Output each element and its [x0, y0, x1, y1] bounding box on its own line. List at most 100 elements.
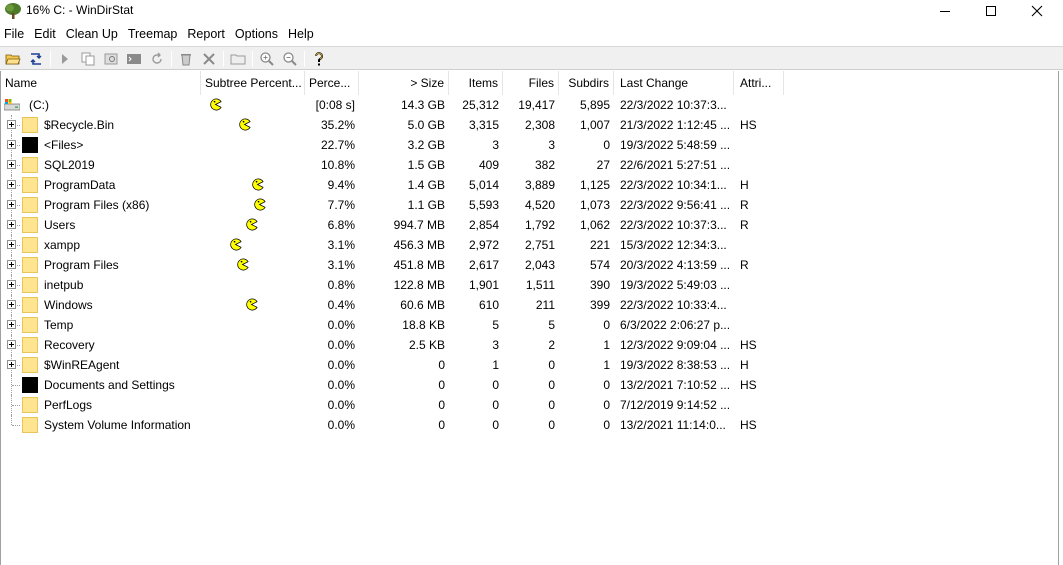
expand-plus-icon[interactable]	[7, 260, 16, 269]
row-files: 1,792	[524, 218, 555, 232]
column-header-size[interactable]: > Size	[359, 71, 449, 95]
folder-icon	[22, 237, 38, 253]
expand-plus-icon[interactable]	[7, 300, 16, 309]
column-header-name[interactable]: Name	[1, 71, 201, 95]
expand-plus-icon[interactable]	[7, 120, 16, 129]
row-subdirs: 0	[603, 138, 610, 152]
folder-icon	[22, 157, 38, 173]
open-button[interactable]	[4, 50, 22, 68]
row-last-change: 22/3/2022 9:56:41 ...	[620, 198, 731, 212]
expand-plus-icon[interactable]	[7, 200, 16, 209]
zoom-in-icon	[260, 52, 274, 66]
expand-plus-icon[interactable]	[7, 240, 16, 249]
row-subdirs: 1,062	[579, 218, 610, 232]
table-row[interactable]: Recovery 0.0% 2.5 KB 3 2 1 12/3/2022 9:09:04 .…	[1, 335, 1059, 355]
expand-plus-icon[interactable]	[7, 180, 16, 189]
directory-list[interactable]: Name Subtree Percent... Perce... > Size …	[0, 71, 1059, 565]
terminal-icon	[127, 54, 141, 64]
table-row[interactable]: $Recycle.Bin 35.2% 5.0 GB 3,315 2,308 1,007 21…	[1, 115, 1059, 135]
table-row[interactable]: xampp 3.1% 456.3 MB 2,972 2,751 221 15/3/2022 …	[1, 235, 1059, 255]
expand-plus-icon[interactable]	[7, 140, 16, 149]
menu-options[interactable]: Options	[231, 25, 284, 44]
zoom-out-icon	[283, 52, 297, 66]
table-row-root[interactable]: (C:) [0:08 s] 14.3 GB 25,312 19,417 5,89…	[1, 95, 1059, 115]
table-row[interactable]: Users 6.8% 994.7 MB 2,854 1,792 1,062 22/3/202…	[1, 215, 1059, 235]
row-percent: 6.8%	[327, 218, 355, 232]
row-items: 3	[492, 338, 499, 352]
menu-clean-up[interactable]: Clean Up	[62, 25, 124, 44]
rescan-button[interactable]	[27, 50, 45, 68]
table-row[interactable]: SQL2019 10.8% 1.5 GB 409 382 27 22/6/2021 5:27…	[1, 155, 1059, 175]
expand-plus-icon[interactable]	[7, 360, 16, 369]
folder-icon	[22, 357, 38, 373]
table-row[interactable]: Program Files 3.1% 451.8 MB 2,617 2,043 574 20…	[1, 255, 1059, 275]
row-attributes	[740, 295, 784, 315]
play-button[interactable]	[56, 50, 74, 68]
row-subdirs: 390	[589, 278, 610, 292]
zoom-out-button[interactable]	[281, 50, 299, 68]
row-size: 60.6 MB	[400, 298, 445, 312]
row-percent: 0.0%	[327, 318, 355, 332]
column-header-attributes[interactable]: Attri...	[734, 71, 784, 95]
column-header-subtree-percent[interactable]: Subtree Percent...	[201, 71, 305, 95]
row-last-change: 13/2/2021 11:14:0...	[620, 418, 726, 432]
row-items: 1,901	[468, 278, 499, 292]
expand-plus-icon[interactable]	[7, 160, 16, 169]
menu-treemap[interactable]: Treemap	[124, 25, 184, 44]
row-last-change: 19/3/2022 5:49:03 ...	[620, 278, 731, 292]
copy-button[interactable]	[79, 50, 97, 68]
table-row[interactable]: Documents and Settings 0.0% 0 0 0 0 13/2/2021 …	[1, 375, 1059, 395]
row-name: xampp	[44, 238, 81, 252]
row-name: $WinREAgent	[44, 358, 120, 372]
properties-button[interactable]	[229, 50, 247, 68]
table-row[interactable]: ProgramData 9.4% 1.4 GB 5,014 3,889 1,125 22/3…	[1, 175, 1059, 195]
row-attributes	[740, 235, 784, 255]
delete-button[interactable]	[200, 50, 218, 68]
menu-help[interactable]: Help	[284, 25, 320, 44]
row-last-change: 20/3/2022 4:13:59 ...	[620, 258, 731, 272]
command-prompt-button[interactable]	[125, 50, 143, 68]
row-subdirs: 399	[589, 298, 610, 312]
table-row[interactable]: <Files> 22.7% 3.2 GB 3 3 0 19/3/2022 5:48:59 .…	[1, 135, 1059, 155]
table-row[interactable]: Windows 0.4% 60.6 MB 610 211 399 22/3/2022 10:…	[1, 295, 1059, 315]
row-attributes: R	[740, 258, 749, 272]
zoom-in-button[interactable]	[258, 50, 276, 68]
close-button[interactable]	[1014, 0, 1060, 22]
table-row[interactable]: System Volume Information 0.0% 0 0 0 0 13/2/20…	[1, 415, 1059, 435]
table-row[interactable]: inetpub 0.8% 122.8 MB 1,901 1,511 390 19/3/202…	[1, 275, 1059, 295]
table-row[interactable]: $WinREAgent 0.0% 0 1 0 1 19/3/2022 8:38:53 ...…	[1, 355, 1059, 375]
expand-plus-icon[interactable]	[7, 280, 16, 289]
column-header-items[interactable]: Items	[449, 71, 503, 95]
row-name: Program Files (x86)	[44, 198, 150, 212]
vertical-scrollbar[interactable]	[1058, 71, 1063, 565]
row-attributes	[740, 395, 784, 415]
menu-edit[interactable]: Edit	[30, 25, 62, 44]
row-items: 0	[492, 378, 499, 392]
column-header-last-change[interactable]: Last Change	[614, 71, 734, 95]
column-header-subdirs[interactable]: Subdirs	[559, 71, 614, 95]
minimize-button[interactable]	[922, 0, 968, 22]
table-row[interactable]: Program Files (x86) 7.7% 1.1 GB 5,593 4,520 1…	[1, 195, 1059, 215]
expand-plus-icon[interactable]	[7, 340, 16, 349]
help-button[interactable]	[310, 50, 328, 68]
table-row[interactable]: PerfLogs 0.0% 0 0 0 0 7/12/2019 9:14:52 ...	[1, 395, 1059, 415]
column-header-percent[interactable]: Perce...	[305, 71, 359, 95]
menu-report[interactable]: Report	[183, 25, 231, 44]
recycle-button[interactable]	[177, 50, 195, 68]
row-files: 0	[548, 398, 555, 412]
table-row[interactable]: Temp 0.0% 18.8 KB 5 5 0 6/3/2022 2:06:27 p...	[1, 315, 1059, 335]
menu-file[interactable]: File	[0, 25, 30, 44]
row-name: Windows	[44, 298, 93, 312]
maximize-button[interactable]	[968, 0, 1014, 22]
expand-plus-icon[interactable]	[7, 320, 16, 329]
explorer-button[interactable]	[102, 50, 120, 68]
column-header-files[interactable]: Files	[503, 71, 559, 95]
folder-icon	[22, 217, 38, 233]
row-name: (C:)	[29, 98, 49, 112]
expand-plus-icon[interactable]	[7, 220, 16, 229]
refresh-selected-button[interactable]	[148, 50, 166, 68]
row-files: 4,520	[524, 198, 555, 212]
row-items: 2,854	[468, 218, 499, 232]
row-subdirs: 0	[603, 398, 610, 412]
row-name: Documents and Settings	[44, 378, 175, 392]
